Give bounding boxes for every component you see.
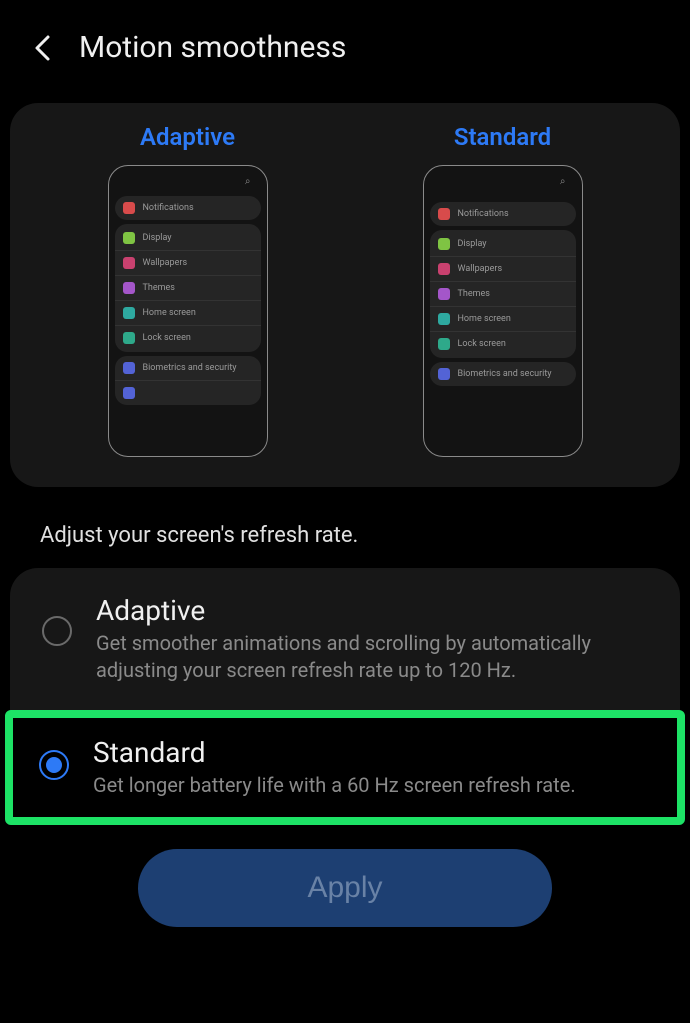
apply-button[interactable]: Apply (138, 849, 552, 927)
biometrics-icon (438, 368, 450, 380)
preview-standard: Standard ⌕ Notifications Display Wallpap… (345, 123, 660, 457)
phone-preview-standard: ⌕ Notifications Display Wallpapers Theme… (423, 165, 583, 457)
lock-icon (438, 338, 450, 350)
preview-standard-label: Standard (454, 123, 551, 151)
option-standard[interactable]: Standard Get longer battery life with a … (13, 718, 677, 817)
page-title: Motion smoothness (79, 30, 346, 65)
preview-item: Themes (143, 283, 175, 293)
preview-item: Biometrics and security (143, 363, 237, 373)
wallpapers-icon (123, 257, 135, 269)
radio-standard-inner (46, 757, 62, 773)
themes-icon (123, 282, 135, 294)
preview-item: Home screen (143, 308, 196, 318)
search-icon: ⌕ (560, 176, 566, 187)
option-adaptive[interactable]: Adaptive Get smoother animations and scr… (10, 568, 680, 710)
display-icon (438, 238, 450, 250)
section-description: Adjust your screen's refresh rate. (0, 495, 690, 568)
header: Motion smoothness (0, 0, 690, 95)
preview-item: Biometrics and security (458, 369, 552, 379)
biometrics-icon (123, 362, 135, 374)
preview-item: Themes (458, 289, 490, 299)
preview-item: Lock screen (458, 339, 506, 349)
preview-row: Adaptive ⌕ Notifications Display Wallpap… (30, 123, 660, 457)
wallpapers-icon (438, 263, 450, 275)
display-icon (123, 232, 135, 244)
preview-item: Wallpapers (143, 258, 188, 268)
lock-icon (123, 332, 135, 344)
option-adaptive-title: Adaptive (96, 594, 648, 627)
notifications-icon (123, 202, 135, 214)
preview-adaptive: Adaptive ⌕ Notifications Display Wallpap… (30, 123, 345, 457)
home-icon (438, 313, 450, 325)
themes-icon (438, 288, 450, 300)
option-adaptive-desc: Get smoother animations and scrolling by… (96, 630, 648, 684)
preview-card: Adaptive ⌕ Notifications Display Wallpap… (10, 103, 680, 487)
dot-icon (123, 387, 135, 399)
notifications-icon (438, 208, 450, 220)
back-icon[interactable] (30, 36, 54, 60)
radio-standard[interactable] (39, 750, 69, 780)
preview-item: Lock screen (143, 333, 191, 343)
phone-preview-adaptive: ⌕ Notifications Display Wallpapers Theme… (108, 165, 268, 457)
preview-item: Display (143, 233, 172, 243)
option-standard-title: Standard (93, 736, 651, 769)
preview-item: Notifications (458, 209, 509, 219)
preview-adaptive-label: Adaptive (140, 123, 235, 151)
radio-adaptive[interactable] (42, 616, 72, 646)
preview-item: Notifications (143, 203, 194, 213)
option-standard-desc: Get longer battery life with a 60 Hz scr… (93, 772, 651, 799)
search-icon: ⌕ (245, 176, 251, 187)
preview-item: Home screen (458, 314, 511, 324)
preview-item: Display (458, 239, 487, 249)
option-standard-highlight: Standard Get longer battery life with a … (5, 710, 685, 825)
home-icon (123, 307, 135, 319)
options-card: Adaptive Get smoother animations and scr… (10, 568, 680, 825)
preview-item: Wallpapers (458, 264, 503, 274)
